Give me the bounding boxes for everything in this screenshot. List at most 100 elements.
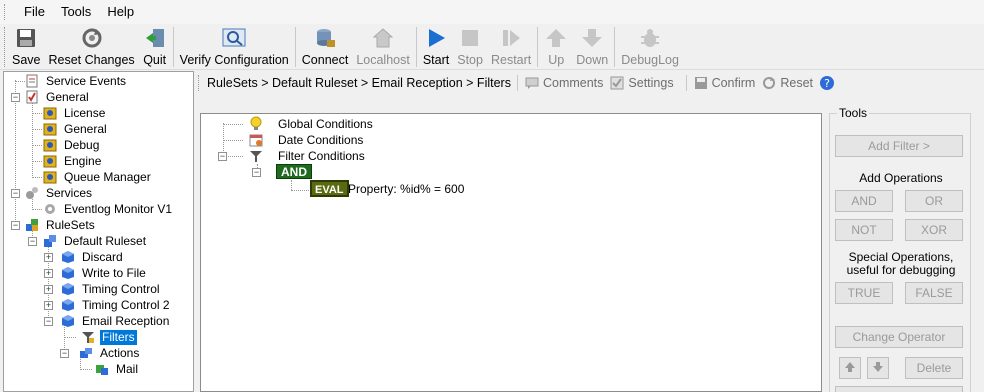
tree-line	[64, 337, 76, 338]
save-button[interactable]: Save	[8, 24, 45, 68]
global-conditions-item[interactable]: Global Conditions	[248, 116, 375, 132]
help-button[interactable]: ?	[819, 75, 838, 91]
collapse-actions-toggle[interactable]: −	[60, 349, 69, 358]
up-button[interactable]: Up	[540, 24, 572, 68]
tree-line	[228, 156, 243, 157]
stop-icon	[458, 26, 482, 50]
change-operator-button[interactable]: Change Operator	[835, 326, 963, 348]
verify-configuration-button[interactable]: Verify Configuration	[176, 24, 293, 68]
tree-item-default-ruleset[interactable]: Default Ruleset	[42, 233, 148, 249]
shield-gear-icon	[42, 121, 58, 137]
shield-gear-icon	[42, 105, 58, 121]
not-button[interactable]: NOT	[835, 219, 893, 241]
filter-conditions-tree[interactable]: − − Global Conditions Date Conditions Fi…	[200, 113, 822, 392]
tree-item-discard[interactable]: Discard	[60, 249, 125, 265]
reset-button[interactable]: Reset	[761, 75, 813, 91]
tree-item-timing-control[interactable]: Timing Control	[60, 281, 162, 297]
calendar-icon	[248, 132, 264, 148]
tree-item-rulesets[interactable]: RuleSets	[24, 217, 97, 233]
tree-item-timing-control-2[interactable]: Timing Control 2	[60, 297, 172, 313]
tree-item-general-settings[interactable]: General	[42, 121, 109, 137]
tools-extra-button[interactable]	[835, 386, 963, 392]
expand-timing-control-2-toggle[interactable]: +	[44, 301, 53, 310]
cube-icon	[60, 281, 76, 297]
tree-item-email-reception[interactable]: Email Reception	[60, 313, 171, 329]
menu-help[interactable]: Help	[99, 0, 142, 24]
eval-operator-node[interactable]: EVAL	[310, 180, 349, 197]
localhost-button[interactable]: Localhost	[352, 24, 414, 68]
tree-item-actions[interactable]: Actions	[78, 345, 141, 361]
connect-button[interactable]: Connect	[298, 24, 353, 68]
mail-action-icon	[94, 361, 110, 377]
expand-discard-toggle[interactable]: +	[44, 253, 53, 262]
move-down-button[interactable]	[867, 357, 889, 379]
collapse-filter-conditions-toggle[interactable]: −	[218, 152, 227, 161]
menu-tools[interactable]: Tools	[53, 0, 99, 24]
tree-item-services[interactable]: Services	[24, 185, 94, 201]
collapse-email-reception-toggle[interactable]: −	[44, 317, 53, 326]
reset-changes-button[interactable]: Reset Changes	[45, 24, 139, 68]
tree-item-mail[interactable]: Mail	[94, 361, 140, 377]
toolbar-separator	[614, 27, 616, 67]
tree-item-license[interactable]: License	[42, 105, 107, 121]
and-operator-node[interactable]: AND	[276, 164, 312, 179]
tree-item-engine[interactable]: Engine	[42, 153, 103, 169]
tree-line	[291, 190, 309, 191]
false-button[interactable]: FALSE	[905, 282, 963, 304]
collapse-rulesets-toggle[interactable]: −	[11, 221, 20, 230]
tree-line	[32, 209, 42, 210]
expand-timing-control-toggle[interactable]: +	[44, 285, 53, 294]
collapse-services-toggle[interactable]: −	[11, 189, 20, 198]
expand-write-to-file-toggle[interactable]: +	[44, 269, 53, 278]
rulesets-icon	[24, 217, 40, 233]
add-filter-button[interactable]: Add Filter >	[835, 135, 963, 157]
tree-item-filters[interactable]: Filters	[80, 329, 137, 345]
and-button[interactable]: AND	[835, 190, 893, 212]
collapse-default-ruleset-toggle[interactable]: −	[28, 237, 37, 246]
settings-button[interactable]: Settings	[609, 75, 674, 91]
tree-item-debug[interactable]: Debug	[42, 137, 101, 153]
move-up-button[interactable]	[839, 357, 861, 379]
tree-line	[223, 140, 243, 141]
navigation-tree[interactable]: − − − − + + + + − − Service Events Gener…	[3, 71, 194, 392]
tree-item-eventlog-monitor[interactable]: Eventlog Monitor V1	[42, 201, 174, 217]
delete-button[interactable]: Delete	[905, 357, 963, 379]
tree-line	[80, 369, 92, 370]
or-button[interactable]: OR	[905, 190, 963, 212]
toolbar-separator	[172, 27, 174, 67]
start-button[interactable]: Start	[419, 24, 453, 68]
menu-file[interactable]: File	[16, 0, 53, 24]
debuglog-button[interactable]: DebugLog	[617, 24, 683, 68]
xor-button[interactable]: XOR	[905, 219, 963, 241]
down-button[interactable]: Down	[572, 24, 612, 68]
true-button[interactable]: TRUE	[835, 282, 893, 304]
property-condition-text[interactable]: Property: %id% = 600	[348, 182, 464, 196]
verify-icon	[222, 26, 246, 50]
restart-button[interactable]: Restart	[487, 24, 535, 68]
tools-title: Tools	[837, 106, 870, 120]
filter-conditions-item[interactable]: Filter Conditions	[248, 148, 367, 164]
toolbar-separator	[516, 75, 518, 91]
document-icon	[24, 73, 40, 89]
restart-icon	[499, 26, 523, 50]
add-operations-label: Add Operations	[859, 171, 943, 185]
collapse-and-toggle[interactable]: −	[252, 168, 261, 177]
quit-button[interactable]: Quit	[139, 24, 171, 68]
tree-item-queue-manager[interactable]: Queue Manager	[42, 169, 153, 185]
special-operations-label: Special Operations,	[848, 250, 954, 264]
confirm-button[interactable]: Confirm	[693, 75, 755, 91]
stop-button[interactable]: Stop	[453, 24, 487, 68]
quit-icon	[143, 26, 167, 50]
tree-line	[32, 113, 42, 114]
gears-icon	[24, 185, 40, 201]
filter-icon	[248, 148, 264, 164]
toolbar-separator	[415, 27, 417, 67]
tree-item-general[interactable]: General	[24, 89, 91, 105]
toolbar-separator	[294, 27, 296, 67]
tree-item-service-events[interactable]: Service Events	[24, 73, 128, 89]
tree-item-write-to-file[interactable]: Write to File	[60, 265, 148, 281]
cube-icon	[60, 249, 76, 265]
date-conditions-item[interactable]: Date Conditions	[248, 132, 365, 148]
collapse-general-toggle[interactable]: −	[11, 93, 20, 102]
comments-button[interactable]: Comments	[524, 75, 603, 91]
